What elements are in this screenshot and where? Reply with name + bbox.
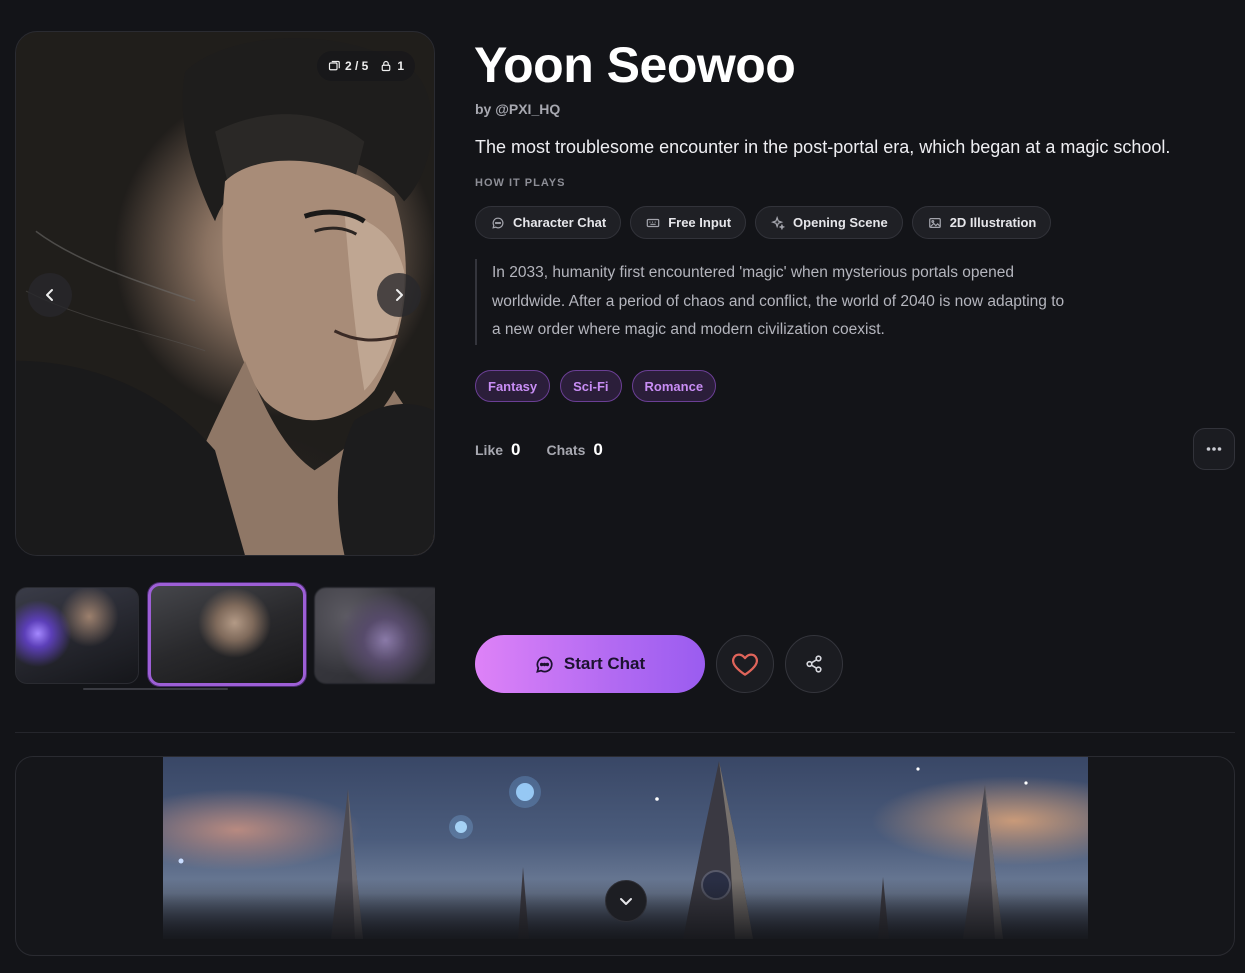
chip-opening-scene: Opening Scene [755, 206, 903, 239]
like-button[interactable] [716, 635, 774, 693]
gallery-icon [328, 60, 340, 71]
chip-character-chat: Character Chat [475, 206, 622, 239]
image-icon [928, 217, 941, 228]
heart-icon [732, 653, 758, 676]
lock-count-text: 1 [397, 59, 404, 73]
chevron-down-icon [620, 898, 632, 905]
chats-label: Chats [546, 442, 586, 458]
previous-image-button[interactable] [28, 273, 72, 317]
sparkle-icon [771, 215, 786, 230]
chevron-left-icon [46, 289, 53, 301]
character-tagline: The most troublesome encounter in the po… [475, 137, 1171, 157]
genre-tag-fantasy[interactable]: Fantasy [475, 370, 551, 402]
image-counter-badge: 2 / 5 1 [316, 51, 415, 81]
scroll-down-button[interactable] [605, 880, 647, 922]
lock-icon [381, 60, 391, 72]
like-label: Like [475, 442, 504, 458]
character-portrait [16, 38, 434, 555]
chip-label: Free Input [668, 215, 732, 230]
creator-handle[interactable]: by @PXI_HQ [475, 101, 560, 117]
how-it-plays-chips: Character Chat Free Input Opening Scene … [475, 206, 1052, 239]
thumbnail-1[interactable] [15, 587, 139, 684]
chevron-right-icon [396, 289, 403, 301]
image-counter-text: 2 / 5 [344, 59, 369, 73]
character-stats: Like 0 Chats 0 [475, 440, 621, 460]
share-icon [806, 655, 822, 673]
thumbnail-scrollbar[interactable] [83, 688, 228, 690]
chip-label: Opening Scene [793, 215, 888, 230]
chat-bubble-icon [492, 217, 504, 229]
chip-free-input: Free Input [630, 206, 747, 239]
character-detail-page: 2 / 5 1 Yoon Seowoo by @PXI_HQ The most … [0, 0, 1245, 973]
character-main-image[interactable]: 2 / 5 1 [15, 31, 435, 556]
share-button[interactable] [785, 635, 843, 693]
like-count: 0 [511, 440, 521, 459]
start-chat-label: Start Chat [563, 654, 646, 673]
more-horizontal-icon [1206, 447, 1222, 451]
chip-2d-illustration: 2D Illustration [911, 206, 1052, 239]
character-description: In 2033, humanity first encountered 'mag… [475, 259, 1075, 345]
chats-count: 0 [593, 440, 603, 459]
more-options-button[interactable] [1193, 428, 1235, 470]
genre-tag-sci-fi[interactable]: Sci-Fi [560, 370, 622, 402]
keyboard-icon [646, 218, 660, 227]
thumbnail-strip[interactable] [15, 581, 435, 691]
genre-tag-romance[interactable]: Romance [631, 370, 717, 402]
chip-label: 2D Illustration [949, 215, 1037, 230]
section-divider [15, 732, 1235, 733]
world-banner-section [15, 756, 1235, 956]
chat-bubble-icon [536, 656, 553, 673]
thumbnail-2-selected[interactable] [148, 583, 306, 686]
start-chat-button[interactable]: Start Chat [475, 635, 705, 693]
character-name: Yoon Seowoo [474, 37, 796, 93]
thumbnail-3-locked[interactable] [314, 587, 435, 684]
chip-label: Character Chat [513, 215, 607, 230]
genre-tags: Fantasy Sci-Fi Romance [475, 370, 717, 402]
next-image-button[interactable] [377, 273, 421, 317]
how-it-plays-label: HOW IT PLAYS [475, 177, 566, 189]
